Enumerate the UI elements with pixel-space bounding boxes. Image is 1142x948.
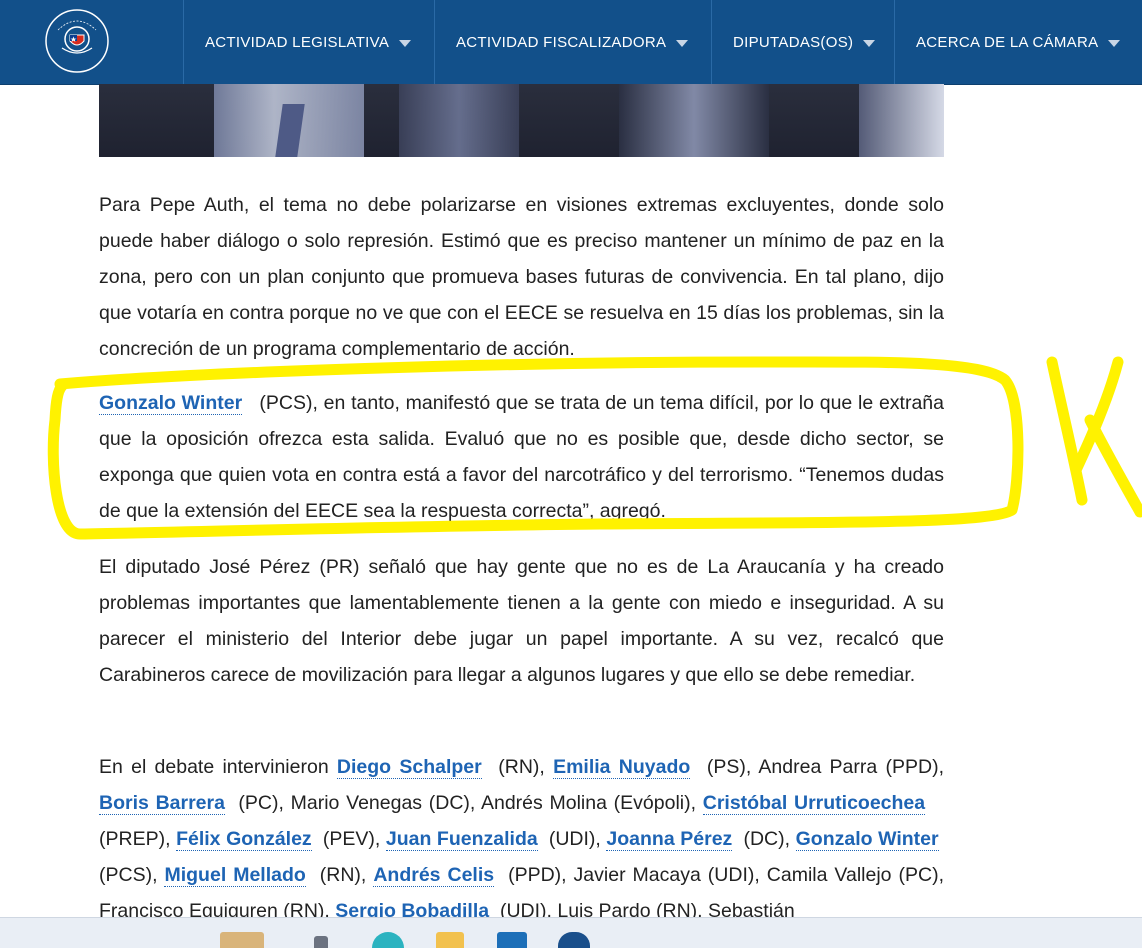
paragraph-text: (PEV), bbox=[317, 828, 386, 850]
chevron-down-icon bbox=[1108, 40, 1121, 47]
paragraph-text: (PREP), bbox=[99, 828, 177, 850]
file-explorer-icon[interactable] bbox=[436, 932, 464, 948]
chevron-down-icon bbox=[863, 40, 876, 47]
article-paragraph-participants: En el debate intervinieron Diego Schalpe… bbox=[99, 749, 944, 929]
camara-logo-icon[interactable] bbox=[44, 8, 110, 74]
deputy-link[interactable]: Joanna Pérez bbox=[606, 828, 733, 851]
paragraph-text: (RN), bbox=[312, 864, 374, 886]
nav-acerca-de-la-camara[interactable]: ACERCA DE LA CÁMARA bbox=[894, 0, 1142, 84]
nav-label: ACERCA DE LA CÁMARA bbox=[916, 33, 1099, 51]
deputy-link[interactable]: Miguel Mellado bbox=[164, 864, 306, 887]
folder-icon[interactable] bbox=[220, 932, 264, 948]
chevron-down-icon bbox=[676, 40, 689, 47]
nav-diputadas[interactable]: DIPUTADAS(OS) bbox=[711, 0, 894, 84]
highlight-x-stroke-1 bbox=[1046, 356, 1088, 506]
paragraph-text: (DC), bbox=[737, 828, 796, 850]
paragraph-text: (UDI), bbox=[543, 828, 607, 850]
deputy-link[interactable]: Emilia Nuyado bbox=[553, 756, 691, 779]
article-paragraph: Para Pepe Auth, el tema no debe polariza… bbox=[99, 194, 944, 360]
deputy-link[interactable]: Juan Fuenzalida bbox=[385, 828, 538, 851]
deputy-link[interactable]: Diego Schalper bbox=[336, 756, 482, 779]
article-photo bbox=[99, 84, 944, 157]
paragraph-text: (PC), Mario Venegas (DC), Andrés Molina … bbox=[231, 792, 703, 814]
deputy-link-gonzalo-winter[interactable]: Gonzalo Winter bbox=[99, 392, 243, 415]
app-icon[interactable] bbox=[558, 932, 590, 948]
nav-label: ACTIVIDAD LEGISLATIVA bbox=[205, 33, 390, 51]
deputy-link[interactable]: Gonzalo Winter bbox=[795, 828, 939, 851]
task-view-icon[interactable] bbox=[314, 936, 328, 948]
article-paragraph: El diputado José Pérez (PR) señaló que h… bbox=[99, 556, 944, 686]
nav-label: ACTIVIDAD FISCALIZADORA bbox=[456, 33, 667, 51]
highlight-x-stroke-3 bbox=[1084, 414, 1142, 518]
paragraph-text: (RN), bbox=[489, 756, 554, 778]
nav-label: DIPUTADAS(OS) bbox=[733, 33, 854, 51]
deputy-link[interactable]: Cristóbal Urruticoechea bbox=[702, 792, 926, 815]
edge-browser-icon[interactable] bbox=[372, 932, 404, 948]
deputy-link[interactable]: Boris Barrera bbox=[99, 792, 225, 815]
nav-actividad-fiscalizadora[interactable]: ACTIVIDAD FISCALIZADORA bbox=[434, 0, 711, 84]
store-icon[interactable] bbox=[497, 932, 527, 948]
os-taskbar bbox=[0, 917, 1142, 948]
chevron-down-icon bbox=[399, 40, 412, 47]
nav-actividad-legislativa[interactable]: ACTIVIDAD LEGISLATIVA bbox=[183, 0, 434, 84]
paragraph-text: (PCS), bbox=[99, 864, 165, 886]
deputy-link[interactable]: Andrés Celis bbox=[373, 864, 495, 887]
highlight-x-stroke-2 bbox=[1070, 356, 1124, 476]
article-paragraph-winter: Gonzalo Winter (PCS), en tanto, manifest… bbox=[99, 385, 944, 529]
paragraph-text: En el debate intervinieron bbox=[99, 756, 337, 778]
top-navigation-bar: ACTIVIDAD LEGISLATIVA ACTIVIDAD FISCALIZ… bbox=[0, 0, 1142, 85]
deputy-link[interactable]: Félix González bbox=[176, 828, 312, 851]
paragraph-text: (PS), Andrea Parra (PPD), bbox=[698, 756, 944, 778]
